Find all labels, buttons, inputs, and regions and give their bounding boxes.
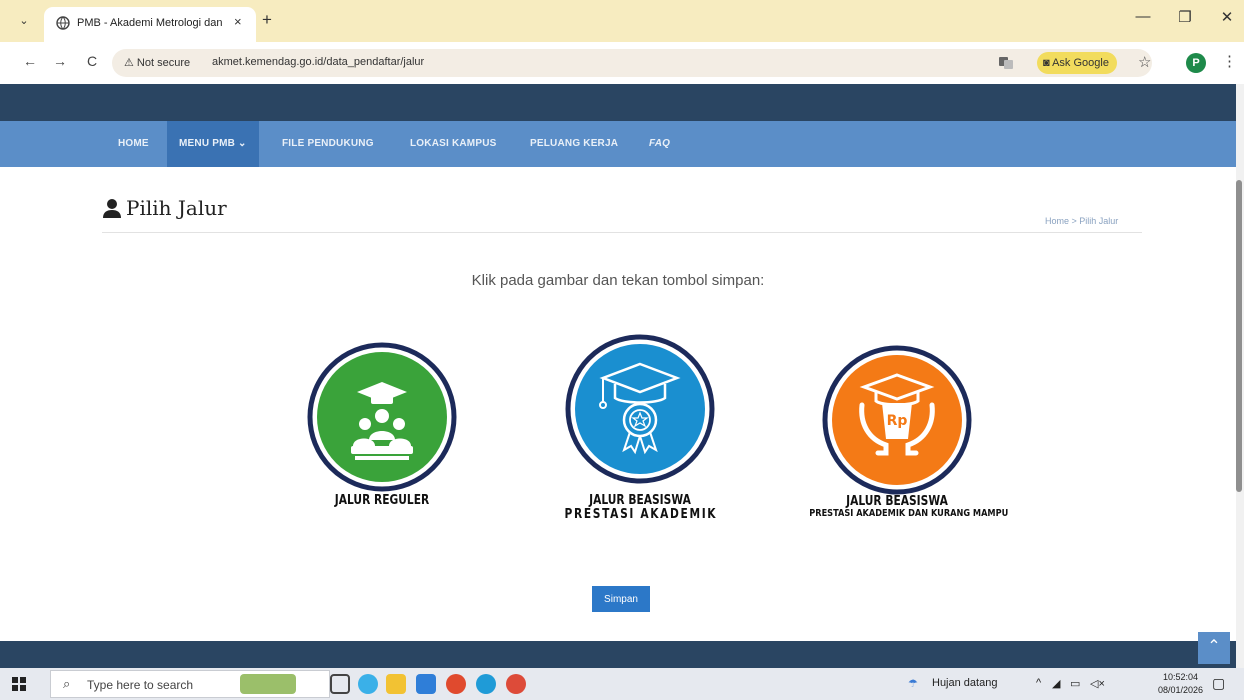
- network-icon[interactable]: ◢: [1052, 677, 1060, 690]
- new-tab-button[interactable]: +: [262, 10, 272, 30]
- page-viewport: HOME MENU PMB ⌄ FILE PENDUKUNG LOKASI KA…: [0, 84, 1236, 668]
- windows-start-icon[interactable]: [12, 677, 26, 691]
- tab-close-icon[interactable]: ×: [234, 14, 242, 29]
- back-to-top-button[interactable]: ⌃: [1198, 632, 1230, 664]
- file-explorer-icon[interactable]: [386, 674, 406, 694]
- tab-search-button[interactable]: ⌄: [14, 11, 34, 31]
- minimize-button[interactable]: —: [1128, 8, 1158, 25]
- weather-text[interactable]: Hujan datang: [932, 677, 997, 689]
- option-label-line2: PRESTASI AKADEMIK: [564, 506, 718, 522]
- browser-tab-active[interactable]: PMB - Akademi Metrologi dan ×: [44, 7, 256, 42]
- page-scrollbar[interactable]: [1236, 84, 1244, 668]
- translate-icon[interactable]: [998, 55, 1014, 71]
- task-view-icon[interactable]: [330, 674, 350, 694]
- option-label-line1: JALUR REGULER: [334, 493, 430, 508]
- nav-lokasi-kampus[interactable]: LOKASI KAMPUS: [410, 121, 497, 167]
- option-jalur-reguler[interactable]: JALUR REGULER: [290, 342, 474, 508]
- header-band: [0, 84, 1236, 121]
- system-clock[interactable]: 10:52:04 08/01/2026: [1158, 671, 1203, 697]
- volume-icon[interactable]: ◁×: [1090, 677, 1105, 690]
- globe-icon: [56, 16, 70, 30]
- scrollbar-thumb[interactable]: [1236, 180, 1242, 492]
- lens-icon: ◙: [1043, 57, 1053, 69]
- restore-button[interactable]: ❐: [1170, 8, 1200, 26]
- ask-google-label: Ask Google: [1052, 57, 1109, 69]
- title-divider: [102, 232, 1142, 233]
- clock-date: 08/01/2026: [1158, 685, 1204, 695]
- breadcrumb[interactable]: Home > Pilih Jalur: [1045, 216, 1118, 226]
- instruction-text: Klik pada gambar dan tekan tombol simpan…: [471, 272, 765, 289]
- taskbar-search-placeholder: Type here to search: [87, 678, 194, 692]
- notification-icon[interactable]: ▢: [1212, 675, 1225, 692]
- search-icon: ⌕: [63, 676, 71, 691]
- close-window-button[interactable]: ✕: [1212, 8, 1242, 26]
- main-navbar: HOME MENU PMB ⌄ FILE PENDUKUNG LOKASI KA…: [0, 121, 1236, 167]
- security-label: Not secure: [136, 57, 191, 69]
- reguler-emblem: [307, 342, 457, 492]
- prestasi-emblem: [565, 334, 715, 484]
- option-label-line1: JALUR BEASISWA: [589, 493, 691, 508]
- reload-button[interactable]: C: [82, 53, 102, 69]
- nav-peluang-kerja[interactable]: PELUANG KERJA: [530, 121, 618, 167]
- security-indicator[interactable]: ⚠ Not secure: [124, 56, 190, 69]
- nav-home[interactable]: HOME: [118, 121, 149, 167]
- forward-button[interactable]: →: [50, 53, 70, 69]
- chrome-profile-icon[interactable]: [506, 674, 526, 694]
- address-bar[interactable]: ⚠ Not secure akmet.kemendag.go.id/data_p…: [112, 49, 1152, 77]
- rp-text: Rp: [887, 413, 908, 429]
- option-beasiswa-kurang-mampu[interactable]: Rp JALUR BEASISWA PRESTASI AKADEMIK DAN …: [790, 345, 1009, 519]
- edge-icon[interactable]: [476, 674, 496, 694]
- store-icon[interactable]: [416, 674, 436, 694]
- clock-time: 10:52:04: [1163, 672, 1199, 682]
- browser-tab-strip: ⌄ PMB - Akademi Metrologi dan × + — ❐ ✕: [0, 0, 1244, 42]
- user-icon: [103, 199, 121, 218]
- weather-icon[interactable]: ☂: [908, 677, 918, 690]
- option-label-line1: JALUR BEASISWA: [846, 494, 948, 509]
- footer-band: [0, 641, 1236, 668]
- nav-faq[interactable]: FAQ: [649, 121, 670, 167]
- simpan-button[interactable]: Simpan: [592, 586, 650, 612]
- page-title: Pilih Jalur: [126, 196, 227, 220]
- search-highlight-image[interactable]: [240, 674, 296, 694]
- ask-google-button[interactable]: ◙ Ask Google: [1037, 52, 1117, 74]
- warning-icon: ⚠: [124, 57, 137, 69]
- profile-avatar[interactable]: P: [1186, 53, 1206, 73]
- kurang-mampu-emblem: Rp: [822, 345, 972, 495]
- browser-toolbar: ← → C ⚠ Not secure akmet.kemendag.go.id/…: [0, 42, 1244, 84]
- browser-menu-icon[interactable]: ⋮: [1222, 52, 1237, 70]
- url-text: akmet.kemendag.go.id/data_pendaftar/jalu…: [212, 56, 425, 68]
- copilot-icon[interactable]: [358, 674, 378, 694]
- back-button[interactable]: ←: [20, 53, 40, 69]
- chrome-icon[interactable]: [446, 674, 466, 694]
- tab-title: PMB - Akademi Metrologi dan: [77, 17, 223, 29]
- tray-chevron-icon[interactable]: ^: [1036, 677, 1041, 689]
- bookmark-star-icon[interactable]: ☆: [1138, 53, 1151, 71]
- option-label-line2: PRESTASI AKADEMIK DAN KURANG MAMPU: [809, 507, 1009, 519]
- battery-icon[interactable]: ▭: [1070, 677, 1080, 690]
- nav-file-pendukung[interactable]: FILE PENDUKUNG: [282, 121, 374, 167]
- option-beasiswa-prestasi[interactable]: JALUR BEASISWA PRESTASI AKADEMIK: [548, 334, 732, 521]
- windows-taskbar: ⌕ Type here to search ☂ Hujan datang ^ ◢…: [0, 668, 1244, 700]
- nav-menu-pmb[interactable]: MENU PMB ⌄: [167, 121, 259, 167]
